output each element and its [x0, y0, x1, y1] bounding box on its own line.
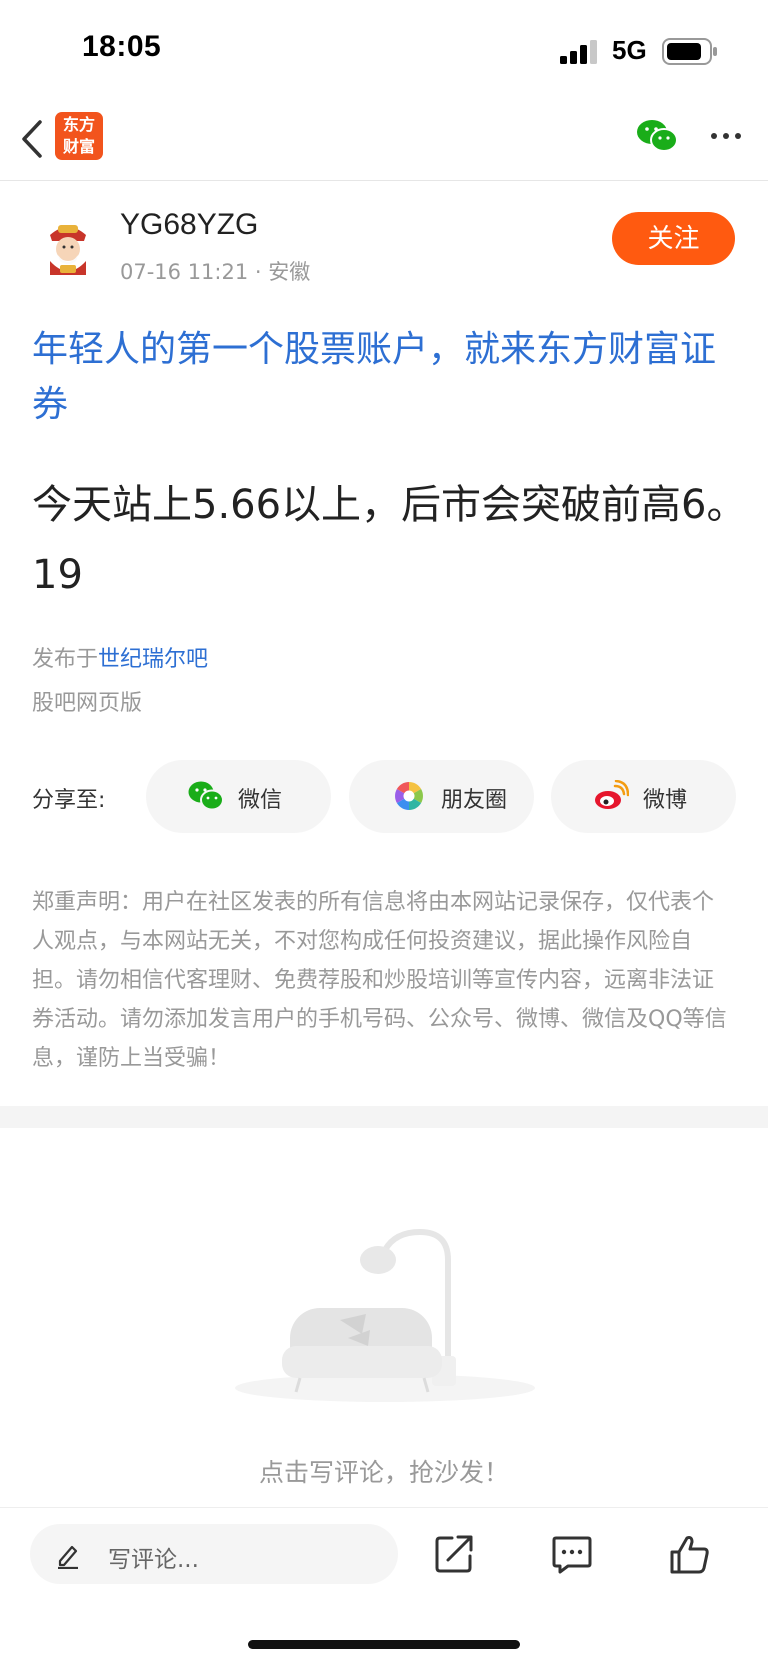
signal-icon — [560, 40, 597, 64]
weibo-icon — [595, 780, 629, 809]
thumbs-up-icon[interactable] — [668, 1532, 712, 1576]
post-meta: 07-16 11:21 · 安徽 — [120, 260, 311, 284]
post-location: 安徽 — [268, 260, 311, 284]
moments-icon — [395, 782, 423, 810]
pen-icon — [58, 1545, 78, 1569]
comment-input-placeholder: 写评论... — [108, 1547, 199, 1573]
back-arrow-icon[interactable] — [16, 116, 56, 162]
share-weibo-button[interactable]: 微博 — [551, 760, 736, 833]
follow-button[interactable]: 关注 — [612, 212, 735, 265]
share-target-label: 微信 — [238, 788, 283, 813]
comment-input[interactable]: 写评论... — [30, 1524, 398, 1584]
nav-bar: 东方 财富 — [0, 100, 768, 181]
home-indicator — [248, 1640, 520, 1649]
disclaimer: 郑重声明：用户在社区发表的所有信息将由本网站记录保存，仅代表个人观点，与本网站无… — [32, 890, 727, 1071]
network-type: 5G — [612, 35, 647, 65]
more-icon[interactable] — [706, 118, 746, 154]
share-target-label: 朋友圈 — [441, 788, 508, 813]
bottom-action-bar: 写评论... — [0, 1507, 768, 1663]
wechat-icon — [188, 781, 224, 811]
empty-comments-prompt[interactable]: 点击写评论，抢沙发！ — [0, 1453, 768, 1489]
empty-comments-illustration — [235, 1228, 535, 1402]
author-name[interactable]: YG68YZG — [120, 208, 258, 242]
avatar[interactable] — [36, 215, 100, 279]
eastmoney-logo: 东方 财富 — [55, 112, 103, 160]
share-wechat-button[interactable]: 微信 — [146, 760, 331, 833]
origin-prefix: 发布于 — [32, 647, 99, 672]
comment-icon[interactable] — [550, 1532, 594, 1576]
share-target-label: 微博 — [643, 788, 688, 813]
post-origin: 发布于世纪瑞尔吧 — [32, 641, 208, 673]
status-time: 18:05 — [82, 30, 162, 63]
promo-headline-link[interactable]: 年轻人的第一个股票账户，就来东方财富证券 — [32, 322, 732, 432]
forum-link[interactable]: 世纪瑞尔吧 — [98, 647, 208, 672]
web-version-label: 股吧网页版 — [32, 691, 143, 716]
status-bar: 18:05 5G — [0, 0, 768, 100]
author-header: YG68YZG 07-16 11:21 · 安徽 关注 — [0, 200, 768, 290]
section-divider — [0, 1106, 768, 1128]
post-timestamp: 07-16 11:21 — [120, 260, 249, 284]
battery-icon — [662, 38, 717, 65]
share-icon[interactable] — [432, 1532, 476, 1576]
post-content: 今天站上5.66以上，后市会突破前高6。19 — [32, 482, 747, 598]
share-moments-button[interactable]: 朋友圈 — [349, 760, 534, 833]
wechat-icon[interactable] — [636, 118, 678, 154]
share-label: 分享至: — [32, 788, 106, 813]
